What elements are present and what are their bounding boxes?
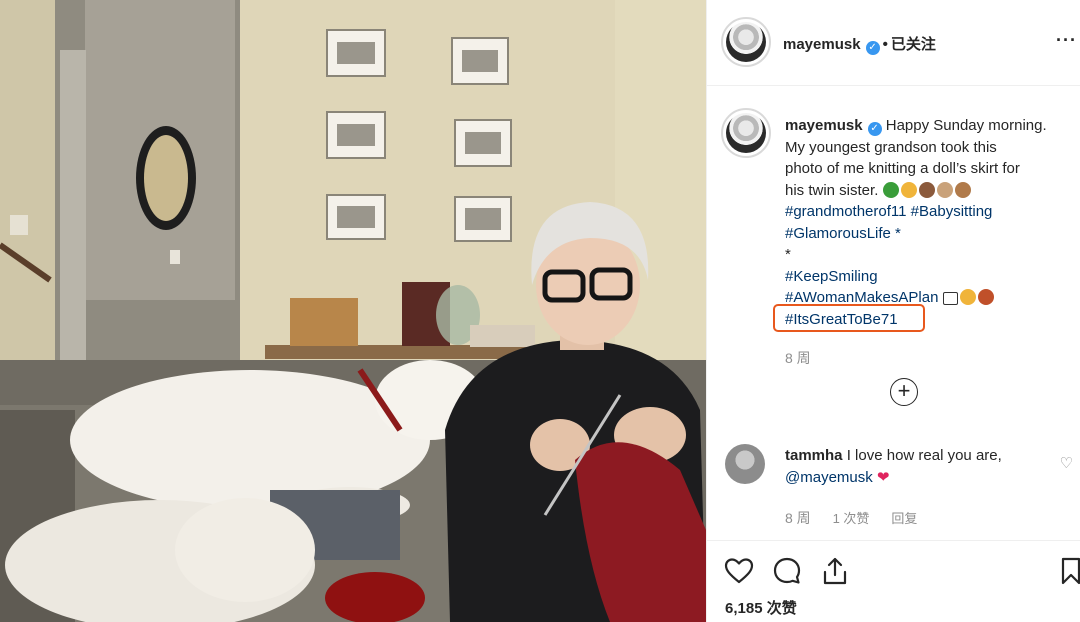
emoji-icon — [942, 292, 958, 305]
following-button[interactable]: 已关注 — [891, 36, 936, 53]
comment-body: I love how real you are, — [846, 447, 1002, 464]
post-photo[interactable] — [0, 0, 706, 622]
commenter-avatar[interactable] — [725, 444, 765, 484]
comment-timestamp[interactable]: 8 周 — [785, 510, 811, 526]
separator: • — [882, 36, 888, 53]
emoji-icon — [977, 289, 994, 305]
plus-circle-icon[interactable]: + — [890, 378, 918, 406]
more-dots-icon[interactable]: ··· — [1056, 30, 1077, 51]
reply-button[interactable]: 回复 — [891, 511, 917, 526]
caption-line-3: photo of me knitting a doll’s skirt for — [785, 160, 1020, 177]
mention-link[interactable]: @mayemusk — [785, 469, 873, 486]
emoji-icon — [936, 181, 953, 198]
caption-timestamp[interactable]: 8 周 — [785, 348, 811, 368]
caption-asterisk: * — [785, 246, 791, 263]
share-icon[interactable] — [819, 555, 851, 587]
comment-icon[interactable] — [771, 555, 803, 587]
emoji-icon — [882, 181, 899, 198]
caption-line-1: Happy Sunday morning. — [885, 117, 1047, 134]
emoji-icon — [954, 181, 971, 198]
emoji-icon — [918, 181, 935, 198]
author-username[interactable]: mayemusk — [783, 36, 861, 53]
heart-emoji-icon: ❤ — [876, 468, 890, 486]
comment-meta: 8 周 1 次赞 回复 — [785, 508, 935, 528]
comment-text: tammha I love how real you are, @mayemus… — [785, 445, 1035, 488]
caption-line-4: his twin sister. — [785, 181, 879, 199]
highlight-annotation — [773, 304, 925, 332]
likes-count[interactable]: 6,185 次赞 — [725, 597, 797, 618]
hashtag-link[interactable]: #KeepSmiling — [785, 266, 1075, 288]
comment-likes[interactable]: 1 次赞 — [833, 511, 870, 526]
post-header: mayemusk ✓ • 已关注 ··· — [707, 0, 1080, 86]
emoji-icon — [900, 181, 917, 198]
avatar[interactable] — [721, 17, 771, 67]
verified-badge-icon: ✓ — [865, 41, 880, 55]
hashtag-link[interactable]: #grandmotherof11 — [785, 203, 906, 220]
photo-illustration — [0, 0, 706, 622]
caption-avatar[interactable] — [721, 108, 771, 158]
caption-username[interactable]: mayemusk — [785, 117, 863, 134]
action-bar: 6,185 次赞 — [707, 540, 1080, 622]
hashtag-link[interactable]: #Babysitting — [911, 203, 993, 220]
caption-text: mayemusk ✓ Happy Sunday morning. My young… — [785, 115, 1075, 330]
post-author: mayemusk ✓ • 已关注 — [783, 33, 936, 55]
bookmark-icon[interactable] — [1059, 555, 1080, 587]
heart-icon[interactable] — [723, 555, 755, 587]
commenter-username[interactable]: tammha — [785, 447, 843, 464]
emoji-icon — [959, 289, 976, 305]
verified-badge-icon: ✓ — [867, 122, 882, 136]
hashtag-link[interactable]: #GlamorousLife * — [785, 223, 1075, 245]
post-sidebar: mayemusk ✓ • 已关注 ··· mayemusk ✓ Happy Sunday… — [706, 0, 1080, 622]
caption-line-2: My youngest grandson took this — [785, 138, 997, 156]
comment-like-heart-icon[interactable]: ♡ — [1060, 454, 1073, 472]
